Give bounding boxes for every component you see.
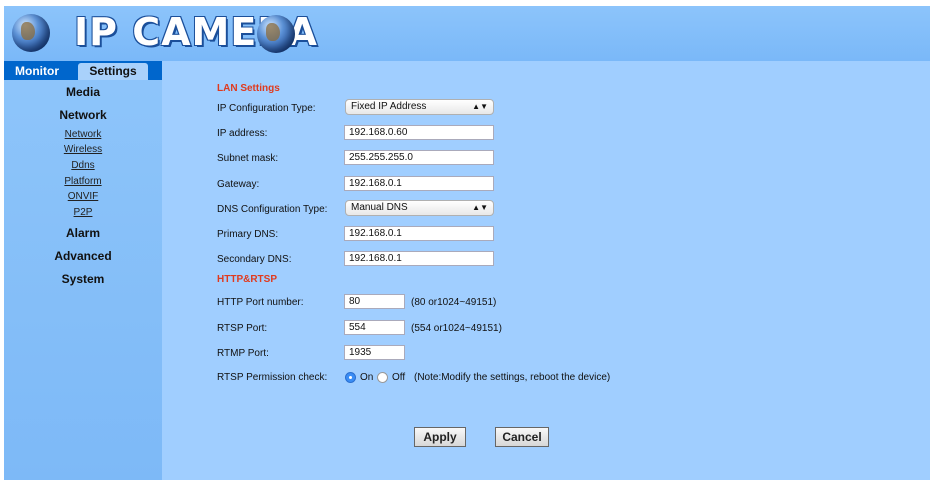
secondary-dns-label: Secondary DNS:: [217, 254, 292, 265]
sidebar: Monitor Settings Media Network Network W…: [4, 61, 162, 480]
rtsp-permission-label: RTSP Permission check:: [217, 372, 328, 383]
submenu-p2p[interactable]: P2P: [4, 207, 162, 218]
menu-alarm[interactable]: Alarm: [4, 226, 162, 240]
primary-dns-input[interactable]: 192.168.0.1: [344, 226, 494, 241]
dns-config-type-value: Manual DNS: [351, 202, 408, 213]
rtsp-permission-off-label: Off: [392, 372, 406, 383]
select-arrows-icon: ▲▼: [472, 203, 488, 212]
camera-web-ui: IP CAMERA Monitor Settings Media Network…: [0, 0, 932, 480]
menu-media[interactable]: Media: [4, 85, 162, 99]
cancel-button[interactable]: Cancel: [495, 427, 549, 447]
lan-settings-title: LAN Settings: [217, 83, 280, 94]
dns-config-type-label: DNS Configuration Type:: [217, 204, 328, 215]
menu-network[interactable]: Network: [4, 108, 162, 122]
submenu-ddns[interactable]: Ddns: [4, 160, 162, 171]
gateway-input[interactable]: 192.168.0.1: [344, 176, 494, 191]
ip-address-label: IP address:: [217, 128, 268, 139]
rtsp-permission-off-radio[interactable]: [377, 372, 388, 383]
primary-dns-label: Primary DNS:: [217, 229, 279, 240]
submenu-onvif[interactable]: ONVIF: [4, 191, 162, 202]
secondary-dns-input[interactable]: 192.168.0.1: [344, 251, 494, 266]
rtsp-permission-on-label: On: [360, 372, 374, 383]
http-port-label: HTTP Port number:: [217, 297, 304, 308]
tab-monitor[interactable]: Monitor: [8, 63, 66, 80]
rtsp-permission-on-radio[interactable]: [345, 372, 356, 383]
globe-logo-left: [12, 14, 50, 52]
rtsp-port-input[interactable]: 554: [344, 320, 405, 335]
rtmp-port-input[interactable]: 1935: [344, 345, 405, 360]
subnet-mask-label: Subnet mask:: [217, 153, 279, 164]
dns-config-type-select[interactable]: Manual DNS ▲▼: [345, 200, 494, 216]
tab-settings[interactable]: Settings: [78, 63, 148, 80]
subnet-mask-input[interactable]: 255.255.255.0: [344, 150, 494, 165]
apply-button[interactable]: Apply: [414, 427, 466, 447]
rtsp-permission-note: (Note:Modify the settings, reboot the de…: [414, 372, 611, 383]
ip-config-type-value: Fixed IP Address: [351, 101, 427, 112]
http-rtsp-title: HTTP&RTSP: [217, 274, 277, 285]
rtsp-port-label: RTSP Port:: [217, 323, 268, 334]
select-arrows-icon: ▲▼: [472, 102, 488, 111]
globe-logo-right: [257, 15, 295, 53]
header-banner: IP CAMERA: [4, 6, 930, 61]
submenu-wireless[interactable]: Wireless: [4, 144, 162, 155]
ip-config-type-select[interactable]: Fixed IP Address ▲▼: [345, 99, 494, 115]
rtsp-port-hint: (554 or1024~49151): [411, 323, 502, 334]
submenu-network[interactable]: Network: [4, 129, 162, 140]
submenu-platform[interactable]: Platform: [4, 176, 162, 187]
menu-advanced[interactable]: Advanced: [4, 249, 162, 263]
settings-panel: LAN Settings IP Configuration Type: Fixe…: [162, 61, 930, 480]
menu-system[interactable]: System: [4, 272, 162, 286]
ip-address-input[interactable]: 192.168.0.60: [344, 125, 494, 140]
rtmp-port-label: RTMP Port:: [217, 348, 269, 359]
ip-config-type-label: IP Configuration Type:: [217, 103, 316, 114]
http-port-input[interactable]: 80: [344, 294, 405, 309]
tab-bar: Monitor Settings: [4, 61, 162, 80]
http-port-hint: (80 or1024~49151): [411, 297, 497, 308]
gateway-label: Gateway:: [217, 179, 260, 190]
